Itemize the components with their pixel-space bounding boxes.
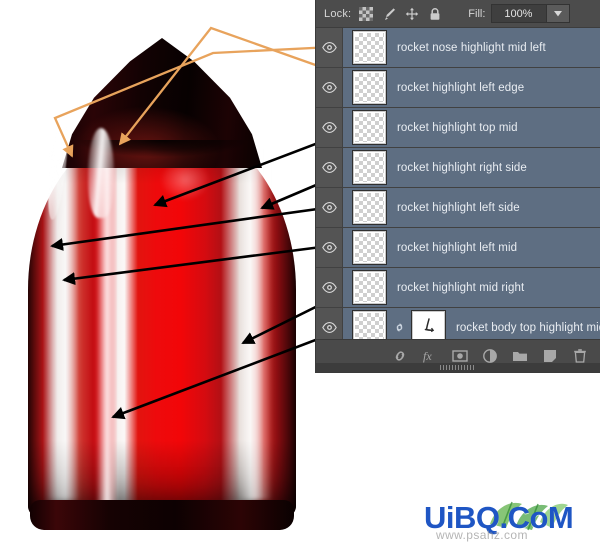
transparency-checker: [355, 273, 384, 302]
layer-name: rocket highlight left side: [397, 201, 520, 214]
layer-row[interactable]: rocket highlight mid right: [316, 268, 600, 308]
layer-visibility-toggle[interactable]: [316, 188, 343, 227]
chevron-down-icon: [554, 10, 563, 16]
mask-icon[interactable]: [452, 348, 468, 364]
layer-row[interactable]: rocket body top highlight mid: [316, 308, 600, 339]
link-icon[interactable]: [392, 348, 408, 364]
transparency-checker: [355, 313, 384, 339]
transparency-checker: [355, 193, 384, 222]
transparency-checker: [355, 33, 384, 62]
layer-row[interactable]: rocket highlight left side: [316, 188, 600, 228]
rocket-bottom-lip: [30, 500, 294, 530]
layer-thumbnail[interactable]: [353, 151, 386, 184]
layer-name: rocket highlight right side: [397, 161, 527, 174]
layer-visibility-toggle[interactable]: [316, 268, 343, 307]
eye-visibility-icon[interactable]: [321, 282, 337, 293]
layer-row[interactable]: rocket nose highlight mid left: [316, 28, 600, 68]
layer-thumbnail[interactable]: [353, 311, 386, 339]
lock-all-icon[interactable]: [428, 7, 442, 21]
layer-mask-thumbnail[interactable]: [412, 311, 445, 339]
layers-list[interactable]: rocket nose highlight mid left rocket hi…: [316, 28, 600, 339]
mask-link-icon[interactable]: [394, 320, 405, 335]
watermark: UiBQ.CoM www.psahz.com: [424, 498, 600, 544]
grip-lines: [440, 365, 476, 370]
trash-icon[interactable]: [572, 348, 588, 364]
fill-input-box[interactable]: 100%: [491, 4, 571, 23]
fill-control: Fill: 100%: [468, 4, 571, 23]
layer-name: rocket body top highlight mid: [456, 321, 600, 334]
fill-dropdown-button[interactable]: [546, 5, 570, 22]
layer-mask-link[interactable]: [393, 319, 406, 337]
new-layer-icon[interactable]: [542, 348, 558, 364]
layer-row[interactable]: rocket highlight left mid: [316, 228, 600, 268]
layer-thumbnail[interactable]: [353, 111, 386, 144]
layer-name: rocket highlight top mid: [397, 121, 518, 134]
layer-thumbnail[interactable]: [353, 71, 386, 104]
layer-name: rocket highlight left edge: [397, 81, 525, 94]
layer-row[interactable]: rocket highlight right side: [316, 148, 600, 188]
fx-icon[interactable]: fx: [422, 348, 438, 364]
fill-label: Fill:: [468, 7, 486, 20]
eye-visibility-icon[interactable]: [321, 162, 337, 173]
layer-row[interactable]: rocket highlight top mid: [316, 108, 600, 148]
folder-icon[interactable]: [512, 348, 528, 364]
layer-name: rocket highlight left mid: [397, 241, 518, 254]
rocket-illustration: [0, 0, 320, 546]
lock-position-icon[interactable]: [405, 7, 419, 21]
adjustment-circle-icon[interactable]: [482, 348, 498, 364]
rocket-nose-highlight-mid-left: [88, 128, 114, 218]
layers-panel-bottom-bar: fx: [316, 339, 600, 372]
layer-visibility-toggle[interactable]: [316, 68, 343, 107]
layer-visibility-toggle[interactable]: [316, 108, 343, 147]
eye-visibility-icon[interactable]: [321, 322, 337, 333]
lock-image-pixels-icon[interactable]: [382, 7, 396, 21]
layer-thumbnail[interactable]: [353, 31, 386, 64]
layer-thumbnail[interactable]: [353, 191, 386, 224]
layer-thumbnail[interactable]: [353, 271, 386, 304]
lock-icon-group: [359, 6, 442, 21]
layer-visibility-toggle[interactable]: [316, 148, 343, 187]
lock-transparent-pixels-icon[interactable]: [359, 6, 374, 21]
eye-visibility-icon[interactable]: [321, 42, 337, 53]
eye-visibility-icon[interactable]: [321, 82, 337, 93]
eye-visibility-icon[interactable]: [321, 202, 337, 213]
layers-panel: Lock: Fill: 100% rocket nose highlight m…: [316, 0, 600, 372]
panel-resize-grip[interactable]: [316, 363, 600, 372]
transparency-checker: [355, 153, 384, 182]
mask-strokes-icon: [413, 312, 442, 339]
layer-thumbnail[interactable]: [353, 231, 386, 264]
rocket-nose-joint-shadow: [52, 140, 272, 182]
eye-visibility-icon[interactable]: [321, 242, 337, 253]
layers-panel-toolbar: Lock: Fill: 100%: [316, 0, 600, 28]
svg-text:fx: fx: [423, 349, 432, 363]
transparency-checker: [355, 233, 384, 262]
layer-visibility-toggle[interactable]: [316, 308, 343, 339]
transparency-checker: [355, 73, 384, 102]
layer-name: rocket highlight mid right: [397, 281, 525, 294]
eye-visibility-icon[interactable]: [321, 122, 337, 133]
watermark-subtext: www.psahz.com: [436, 528, 528, 542]
transparency-checker: [355, 113, 384, 142]
lock-label: Lock:: [324, 7, 352, 20]
layer-visibility-toggle[interactable]: [316, 228, 343, 267]
layer-row[interactable]: rocket highlight left edge: [316, 68, 600, 108]
layer-visibility-toggle[interactable]: [316, 28, 343, 67]
rocket-highlight-right-side: [238, 150, 272, 500]
layer-name: rocket nose highlight mid left: [397, 41, 546, 54]
fill-value[interactable]: 100%: [492, 8, 546, 20]
screenshot-root: Lock: Fill: 100% rocket nose highlight m…: [0, 0, 600, 546]
